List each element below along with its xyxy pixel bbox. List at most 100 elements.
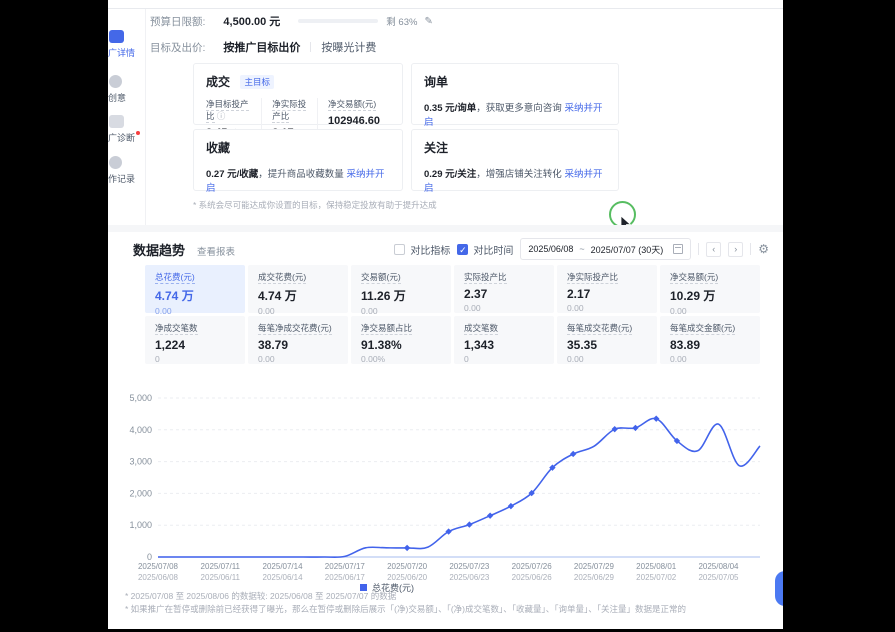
prev-period-button[interactable]: ‹ <box>706 242 721 257</box>
svg-text:2025/08/01: 2025/08/01 <box>636 562 677 571</box>
trend-section-title: 数据趋势 <box>133 240 185 259</box>
svg-text:3,000: 3,000 <box>129 457 152 467</box>
records-clock-icon <box>109 156 122 169</box>
svg-text:0: 0 <box>147 552 152 562</box>
chart-footnote-compare: * 2025/07/08 至 2025/08/06 的数据较: 2025/06/… <box>125 590 396 602</box>
metric-card-total-spend[interactable]: 总花费(元) 4.74 万0.00 <box>145 265 245 313</box>
metric-card-gmv[interactable]: 交易额(元) 11.26 万0.00 <box>351 265 451 313</box>
goal-card-favorite: 收藏 0.27 元/收藏，提升商品收藏数量 采纳并开启 <box>193 129 403 191</box>
svg-text:1,000: 1,000 <box>129 520 152 530</box>
metric-card-cost-per-order[interactable]: 每笔成交花费(元) 35.350.00 <box>557 316 657 364</box>
svg-text:2025/07/20: 2025/07/20 <box>387 562 428 571</box>
metric-card-grid: 总花费(元) 4.74 万0.00 成交花费(元) 4.74 万0.00 交易额… <box>145 265 760 364</box>
svg-text:2025/07/17: 2025/07/17 <box>325 562 366 571</box>
info-icon[interactable]: ⓘ <box>217 111 226 121</box>
compare-metric-checkbox[interactable] <box>394 244 405 255</box>
bidding-row: 目标及出价: 按推广目标出价 按曝光计费 <box>150 39 376 55</box>
svg-text:2,000: 2,000 <box>129 488 152 498</box>
trend-controls: 对比指标 ✓ 对比时间 2025/06/08 ~ 2025/07/07 (30天… <box>394 238 769 260</box>
svg-text:2025/06/14: 2025/06/14 <box>263 573 304 582</box>
compare-metric-label[interactable]: 对比指标 <box>410 242 450 257</box>
goal-footnote: * 系统会尽可能达成你设置的目标，保持稳定投放有助于提升达成 <box>193 199 437 211</box>
svg-text:2025/06/11: 2025/06/11 <box>201 573 241 582</box>
sidebar-item-diagnosis[interactable]: 广诊断 <box>108 115 146 144</box>
sidebar-item-detail[interactable]: 广详情 <box>108 30 146 59</box>
side-drawer-handle[interactable] <box>775 571 783 606</box>
top-divider <box>108 8 783 9</box>
budget-progress-bar <box>298 19 378 23</box>
calendar-icon <box>673 244 683 254</box>
goal-card-title: 关注 <box>424 139 448 156</box>
budget-label: 预算日限额: <box>150 14 205 29</box>
sidebar-item-records[interactable]: 作记录 <box>108 156 146 185</box>
svg-text:2025/06/26: 2025/06/26 <box>512 573 553 582</box>
section-separator <box>108 225 783 232</box>
metric-card-net-orders[interactable]: 净成交笔数 1,2240 <box>145 316 245 364</box>
budget-row: 预算日限额: 4,500.00 元 剩 63% ✎ <box>150 13 433 29</box>
svg-text:2025/08/04: 2025/08/04 <box>698 562 739 571</box>
metric-card-net-gmv-ratio[interactable]: 净交易额占比 91.38%0.00% <box>351 316 451 364</box>
svg-text:2025/06/29: 2025/06/29 <box>574 573 615 582</box>
bidding-label: 目标及出价: <box>150 40 205 55</box>
sidebar-item-label: 广详情 <box>108 46 146 59</box>
goal-card-desc: 0.29 元/关注，增强店铺关注转化 采纳并开启 <box>424 166 606 194</box>
compare-time-label[interactable]: 对比时间 <box>473 242 513 257</box>
date-range-start: 2025/06/08 <box>528 244 573 254</box>
sidebar-item-label: 作记录 <box>108 172 146 185</box>
svg-text:2025/07/11: 2025/07/11 <box>201 562 241 571</box>
detail-icon <box>109 30 124 43</box>
next-period-button[interactable]: › <box>728 242 743 257</box>
svg-text:2025/07/02: 2025/07/02 <box>636 573 677 582</box>
primary-goal-badge: 主目标 <box>240 75 274 89</box>
diagnosis-icon <box>109 115 124 128</box>
svg-text:2025/07/05: 2025/07/05 <box>698 573 739 582</box>
svg-text:2025/07/14: 2025/07/14 <box>263 562 304 571</box>
view-report-link[interactable]: 查看报表 <box>197 244 235 258</box>
metric-card-net-roi[interactable]: 净实际投产比 2.170.00 <box>557 265 657 313</box>
goal-card-title: 成交 <box>206 73 230 90</box>
sidebar: 广详情 创意 广诊断 作记录 <box>108 9 146 231</box>
budget-amount: 4,500.00 元 <box>223 13 280 29</box>
metric-card-roi[interactable]: 实际投产比 2.370.00 <box>454 265 554 313</box>
goal-card-title: 询单 <box>424 73 448 90</box>
svg-text:2025/07/26: 2025/07/26 <box>512 562 553 571</box>
metric-card-net-gmv[interactable]: 净交易额(元) 10.29 万0.00 <box>660 265 760 313</box>
svg-text:2025/06/08: 2025/06/08 <box>138 573 179 582</box>
goal-card-deal: 成交 主目标 净目标投产比 ⓘ 2.45 ✎ 净实际投产比 2.17 净交易额(… <box>193 63 403 125</box>
tab-divider <box>310 42 311 52</box>
tab-bid-by-exposure[interactable]: 按曝光计费 <box>321 39 376 55</box>
sidebar-item-creative[interactable]: 创意 <box>108 75 146 104</box>
metric-card-net-cost-per-order[interactable]: 每笔净成交花费(元) 38.790.00 <box>248 316 348 364</box>
chart-footnote-disclaimer: * 如果推广在暂停或删除前已经获得了曝光，那么在暂停或删除后展示「(净)交易额」… <box>125 603 686 615</box>
trend-header: 数据趋势 查看报表 <box>133 240 235 259</box>
metric-card-deal-spend[interactable]: 成交花费(元) 4.74 万0.00 <box>248 265 348 313</box>
svg-text:5,000: 5,000 <box>129 393 152 403</box>
date-range-end: 2025/07/07 (30天) <box>591 243 664 256</box>
sidebar-item-label: 创意 <box>108 91 146 104</box>
goal-cards: 成交 主目标 净目标投产比 ⓘ 2.45 ✎ 净实际投产比 2.17 净交易额(… <box>193 63 619 191</box>
budget-remaining: 剩 63% <box>386 14 417 28</box>
goal-card-title: 收藏 <box>206 139 230 156</box>
metric-card-amount-per-order[interactable]: 每笔成交金额(元) 83.890.00 <box>660 316 760 364</box>
sidebar-item-label: 广诊断 <box>108 131 146 144</box>
trend-chart: 0 1,000 2,000 3,000 4,000 5,000 2025/07/08 2025… <box>118 388 773 588</box>
svg-text:4,000: 4,000 <box>129 425 152 435</box>
svg-text:2025/07/23: 2025/07/23 <box>449 562 490 571</box>
metric-card-orders[interactable]: 成交笔数 1,3430 <box>454 316 554 364</box>
goal-card-desc: 0.27 元/收藏，提升商品收藏数量 采纳并开启 <box>206 166 390 194</box>
settings-gear-icon[interactable]: ⚙ <box>758 242 769 256</box>
controls-divider <box>698 243 699 255</box>
svg-text:2025/07/08: 2025/07/08 <box>138 562 179 571</box>
compare-time-checkbox[interactable]: ✓ <box>457 244 468 255</box>
tab-bid-by-goal[interactable]: 按推广目标出价 <box>223 39 300 55</box>
goal-card-inquiry: 询单 0.35 元/询单，获取更多意向咨询 采纳并开启 <box>411 63 619 125</box>
notification-dot <box>136 131 140 135</box>
controls-divider <box>750 243 751 255</box>
goal-card-follow: 关注 0.29 元/关注，增强店铺关注转化 采纳并开启 <box>411 129 619 191</box>
goal-card-desc: 0.35 元/询单，获取更多意向咨询 采纳并开启 <box>424 100 606 128</box>
svg-text:2025/06/23: 2025/06/23 <box>449 573 490 582</box>
creative-icon <box>109 75 122 88</box>
budget-edit-icon[interactable]: ✎ <box>424 16 432 27</box>
date-range-picker[interactable]: 2025/06/08 ~ 2025/07/07 (30天) <box>520 238 691 260</box>
svg-text:2025/07/29: 2025/07/29 <box>574 562 615 571</box>
